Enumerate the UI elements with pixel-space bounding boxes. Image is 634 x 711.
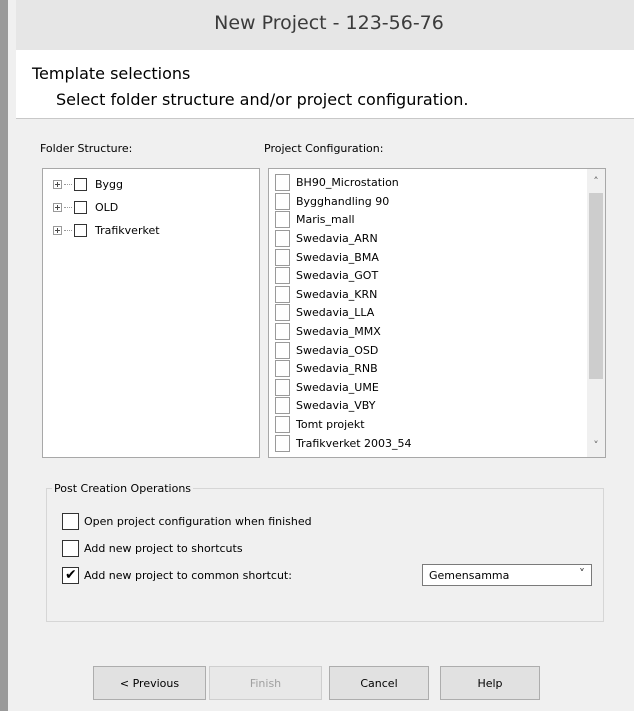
list-item-label: Swedavia_VBY [296, 399, 376, 412]
list-item-label: Swedavia_LLA [296, 306, 375, 319]
config-checkbox[interactable] [275, 304, 290, 321]
tree-item-label: Trafikverket [95, 223, 160, 237]
config-checkbox[interactable] [275, 435, 290, 452]
page-subtitle: Select folder structure and/or project c… [56, 90, 469, 109]
tree-connector [64, 206, 72, 208]
option-label: Add new project to common shortcut: [84, 568, 292, 582]
checkmark-icon: ✔ [65, 566, 77, 583]
tree-connector [64, 183, 72, 185]
chevron-down-icon[interactable]: ˅ [579, 567, 585, 581]
config-checkbox[interactable] [275, 379, 290, 396]
list-item-label: Swedavia_RNB [296, 362, 378, 375]
list-item-label: Maris_mall [296, 213, 355, 226]
add-shortcut-option[interactable]: Add new project to shortcuts [62, 538, 243, 558]
list-item[interactable]: Tomt projekt [275, 415, 365, 434]
common-shortcut-select[interactable]: Gemensamma ˅ [422, 564, 592, 586]
config-checkbox[interactable] [275, 342, 290, 359]
cancel-button[interactable]: Cancel [329, 666, 429, 700]
title-bar[interactable]: New Project - 123-56-76 [16, 0, 634, 50]
tree-item-label: Bygg [95, 177, 124, 191]
page-title: Template selections [32, 64, 191, 83]
common-shortcut-option[interactable]: ✔ Add new project to common shortcut: [62, 565, 292, 585]
tree-item-bygg[interactable]: Bygg [53, 175, 123, 193]
list-item-label: Swedavia_BMA [296, 251, 379, 264]
list-item-label: Trafikverket 2003_54 [296, 437, 412, 450]
tree-item-trafikverket[interactable]: Trafikverket [53, 221, 160, 239]
option-label: Add new project to shortcuts [84, 541, 243, 555]
list-item[interactable]: Swedavia_UME [275, 378, 379, 397]
list-item[interactable]: Swedavia_GOT [275, 266, 378, 285]
list-item[interactable]: Swedavia_MMX [275, 322, 381, 341]
tree-item-old[interactable]: OLD [53, 198, 118, 216]
list-item[interactable]: Swedavia_KRN [275, 285, 377, 304]
expand-icon[interactable] [53, 202, 62, 212]
project-configuration-label: Project Configuration: [264, 142, 384, 155]
list-item[interactable]: Swedavia_VBY [275, 396, 375, 415]
open-config-checkbox[interactable] [62, 512, 79, 530]
config-checkbox[interactable] [275, 211, 290, 228]
post-creation-title: Post Creation Operations [52, 482, 194, 495]
list-item-label: Swedavia_ARN [296, 232, 378, 245]
previous-button[interactable]: < Previous [93, 666, 206, 700]
option-label: Open project configuration when finished [84, 514, 312, 528]
common-shortcut-checkbox[interactable]: ✔ [62, 566, 79, 584]
add-shortcut-checkbox[interactable] [62, 539, 79, 557]
list-item[interactable]: BH90_Microstation [275, 173, 399, 192]
config-checkbox[interactable] [275, 323, 290, 340]
folder-checkbox[interactable] [74, 223, 87, 237]
config-checkbox[interactable] [275, 397, 290, 414]
list-item-label: Swedavia_UME [296, 381, 379, 394]
list-item[interactable]: Swedavia_RNB [275, 359, 378, 378]
config-checkbox[interactable] [275, 286, 290, 303]
open-config-option[interactable]: Open project configuration when finished [62, 511, 312, 531]
config-checkbox[interactable] [275, 360, 290, 377]
config-checkbox[interactable] [275, 174, 290, 191]
help-button[interactable]: Help [440, 666, 540, 700]
finish-button[interactable]: Finish [209, 666, 322, 700]
list-item[interactable]: Swedavia_BMA [275, 248, 379, 267]
list-item-label: Swedavia_OSD [296, 344, 379, 357]
list-item-label: BH90_Microstation [296, 176, 399, 189]
list-item-label: Bygghandling 90 [296, 195, 390, 208]
config-checkbox[interactable] [275, 416, 290, 433]
list-item[interactable]: Swedavia_OSD [275, 341, 378, 360]
folder-structure-label: Folder Structure: [40, 142, 133, 155]
list-item-label: Swedavia_GOT [296, 269, 379, 282]
list-item[interactable]: Trafikverket 2003_54 [275, 434, 412, 453]
list-item-label: Swedavia_KRN [296, 288, 378, 301]
config-checkbox[interactable] [275, 249, 290, 266]
expand-icon[interactable] [53, 179, 62, 189]
tree-connector [64, 229, 72, 231]
list-item-label: Tomt projekt [296, 418, 365, 431]
project-configuration-list[interactable]: BH90_Microstation Bygghandling 90 Maris_… [268, 168, 606, 458]
folder-structure-tree[interactable]: Bygg OLD Trafikverket [42, 168, 260, 458]
list-item[interactable]: Swedavia_ARN [275, 229, 378, 248]
chevron-up-icon[interactable]: ˄ [587, 173, 605, 191]
config-checkbox[interactable] [275, 230, 290, 247]
list-item[interactable]: Maris_mall [275, 210, 355, 229]
list-item-label: Swedavia_MMX [296, 325, 381, 338]
list-scrollbar[interactable]: ˄ ˅ [587, 169, 605, 457]
list-item[interactable]: Bygghandling 90 [275, 192, 389, 211]
scrollbar-thumb[interactable] [589, 193, 603, 379]
header-banner: Template selections Select folder struct… [16, 50, 634, 119]
config-checkbox[interactable] [275, 267, 290, 284]
config-checkbox[interactable] [275, 193, 290, 210]
chevron-down-icon[interactable]: ˅ [587, 437, 605, 455]
list-item[interactable]: Swedavia_LLA [275, 303, 374, 322]
tree-item-label: OLD [95, 200, 119, 214]
folder-checkbox[interactable] [74, 177, 87, 191]
expand-icon[interactable] [53, 225, 62, 235]
select-value: Gemensamma [429, 569, 510, 582]
window-title: New Project - 123-56-76 [214, 12, 444, 34]
folder-checkbox[interactable] [74, 200, 87, 214]
